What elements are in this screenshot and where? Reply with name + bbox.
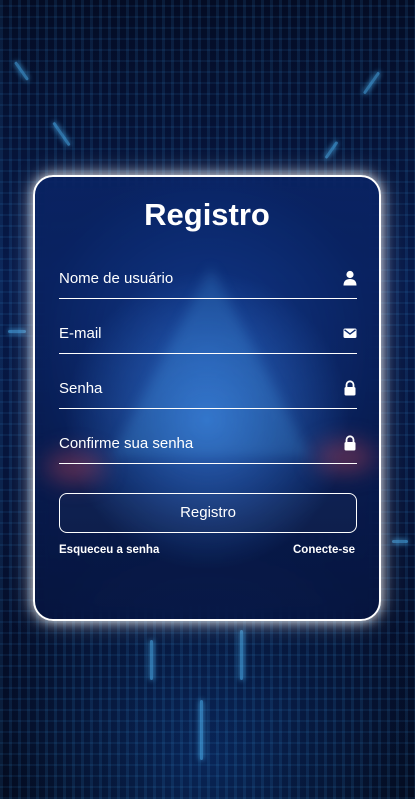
username-field[interactable]: Nome de usuário [59,258,357,299]
lock-icon [343,435,357,451]
login-link[interactable]: Conecte-se [293,544,355,556]
password-placeholder: Senha [59,380,103,397]
password-field[interactable]: Senha [59,368,357,409]
register-button[interactable]: Registro [59,493,357,533]
page-title: Registro [144,197,270,232]
lock-icon [343,380,357,396]
background-streak [8,330,26,333]
background-streak [240,630,243,680]
background-streak [150,640,153,680]
forgot-password-link[interactable]: Esqueceu a senha [59,544,159,556]
background-screen: Registro Nome de usuário E-mail Senha Co… [0,0,415,799]
confirm-password-field[interactable]: Confirme sua senha [59,423,357,464]
confirm-password-placeholder: Confirme sua senha [59,435,194,452]
username-placeholder: Nome de usuário [59,270,174,287]
email-placeholder: E-mail [59,325,102,342]
email-field[interactable]: E-mail [59,313,357,354]
background-streak [200,700,203,760]
user-icon [343,270,357,286]
background-streak [392,540,408,543]
register-card: Registro Nome de usuário E-mail Senha Co… [33,175,381,621]
envelope-icon [343,325,357,341]
